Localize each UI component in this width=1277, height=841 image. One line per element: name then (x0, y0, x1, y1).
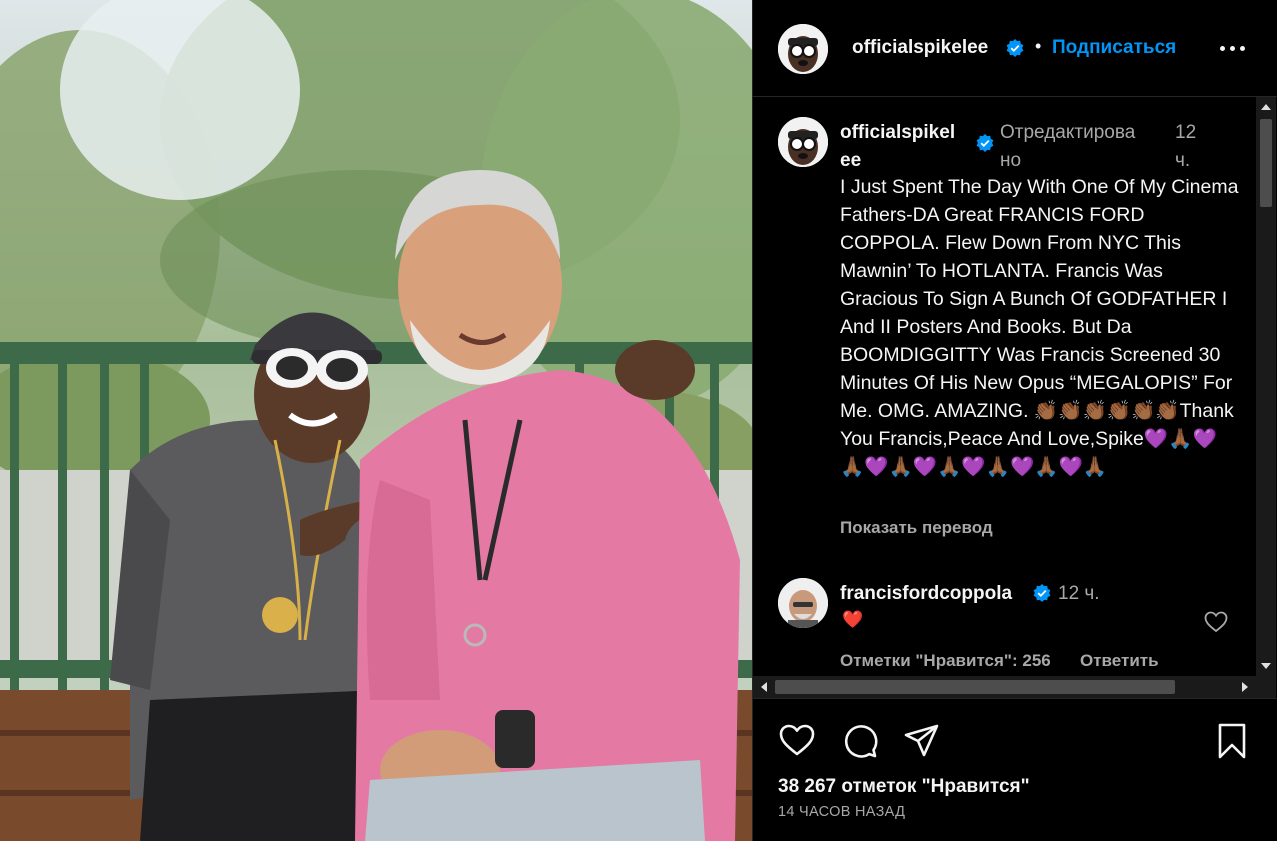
post-actions: 38 267 отметок "Нравится" 14 ЧАСОВ НАЗАД (753, 698, 1277, 841)
heart-icon[interactable] (777, 721, 817, 761)
comments-list[interactable]: officialspikel ee Отредактирова но 12 ч.… (753, 97, 1256, 676)
caption-time[interactable]: 12 ч. (1175, 119, 1215, 175)
commenter-username[interactable]: francisfordcoppola (840, 583, 1012, 605)
show-translation-link[interactable]: Показать перевод (840, 518, 993, 538)
horizontal-scroll-thumb[interactable] (775, 680, 1175, 694)
caption-edited-line2: но (1000, 150, 1022, 171)
caption-time-line2: ч. (1175, 150, 1191, 171)
author-avatar[interactable] (778, 24, 828, 74)
scroll-up-arrow-icon[interactable] (1261, 104, 1271, 110)
scroll-left-arrow-icon[interactable] (761, 682, 767, 692)
verified-badge-icon (976, 134, 994, 152)
more-options-icon[interactable] (1220, 38, 1246, 58)
post-photo-illustration (0, 0, 752, 841)
horizontal-scrollbar[interactable] (753, 676, 1256, 698)
verified-badge-icon (1033, 584, 1051, 602)
caption-username-line2: ee (840, 150, 862, 171)
caption-edited-label: Отредактирова но (1000, 119, 1182, 175)
caption-edited-line1: Отредактирова (1000, 122, 1136, 143)
post-timestamp[interactable]: 14 ЧАСОВ НАЗАД (778, 804, 905, 820)
comment-reply-button[interactable]: Ответить (1080, 651, 1159, 671)
vertical-scrollbar[interactable] (1256, 97, 1276, 676)
scroll-right-arrow-icon[interactable] (1242, 682, 1248, 692)
comment-likes-count[interactable]: Отметки "Нравится": 256 (840, 651, 1051, 671)
verified-badge-icon (1006, 39, 1024, 57)
bookmark-icon[interactable] (1212, 721, 1252, 761)
scroll-down-arrow-icon[interactable] (1261, 663, 1271, 669)
comment-text: ❤️ (842, 610, 864, 629)
comment-time[interactable]: 12 ч. (1058, 583, 1100, 605)
separator-dot: • (1035, 36, 1042, 56)
vertical-scroll-thumb[interactable] (1260, 119, 1272, 207)
caption-time-line1: 12 (1175, 122, 1197, 143)
comment-heart-icon[interactable] (1204, 611, 1228, 633)
follow-button[interactable]: Подписаться (1052, 37, 1176, 59)
post-sidebar: officialspikelee • Подписаться officials… (752, 0, 1277, 841)
share-icon[interactable] (902, 721, 942, 761)
caption-username[interactable]: officialspikel ee (840, 119, 980, 175)
post-likes-count[interactable]: 38 267 отметок "Нравится" (778, 776, 1030, 798)
caption-username-line1: officialspikel (840, 122, 956, 143)
post-photo[interactable] (0, 0, 752, 841)
caption-text: I Just Spent The Day With One Of My Cine… (840, 176, 1244, 478)
author-username[interactable]: officialspikelee (852, 37, 988, 59)
comment-icon[interactable] (840, 721, 880, 761)
scrollbar-corner (1256, 676, 1276, 698)
post-header: officialspikelee • Подписаться (753, 0, 1277, 97)
commenter-avatar[interactable] (778, 578, 828, 628)
caption-author-avatar[interactable] (778, 117, 828, 167)
